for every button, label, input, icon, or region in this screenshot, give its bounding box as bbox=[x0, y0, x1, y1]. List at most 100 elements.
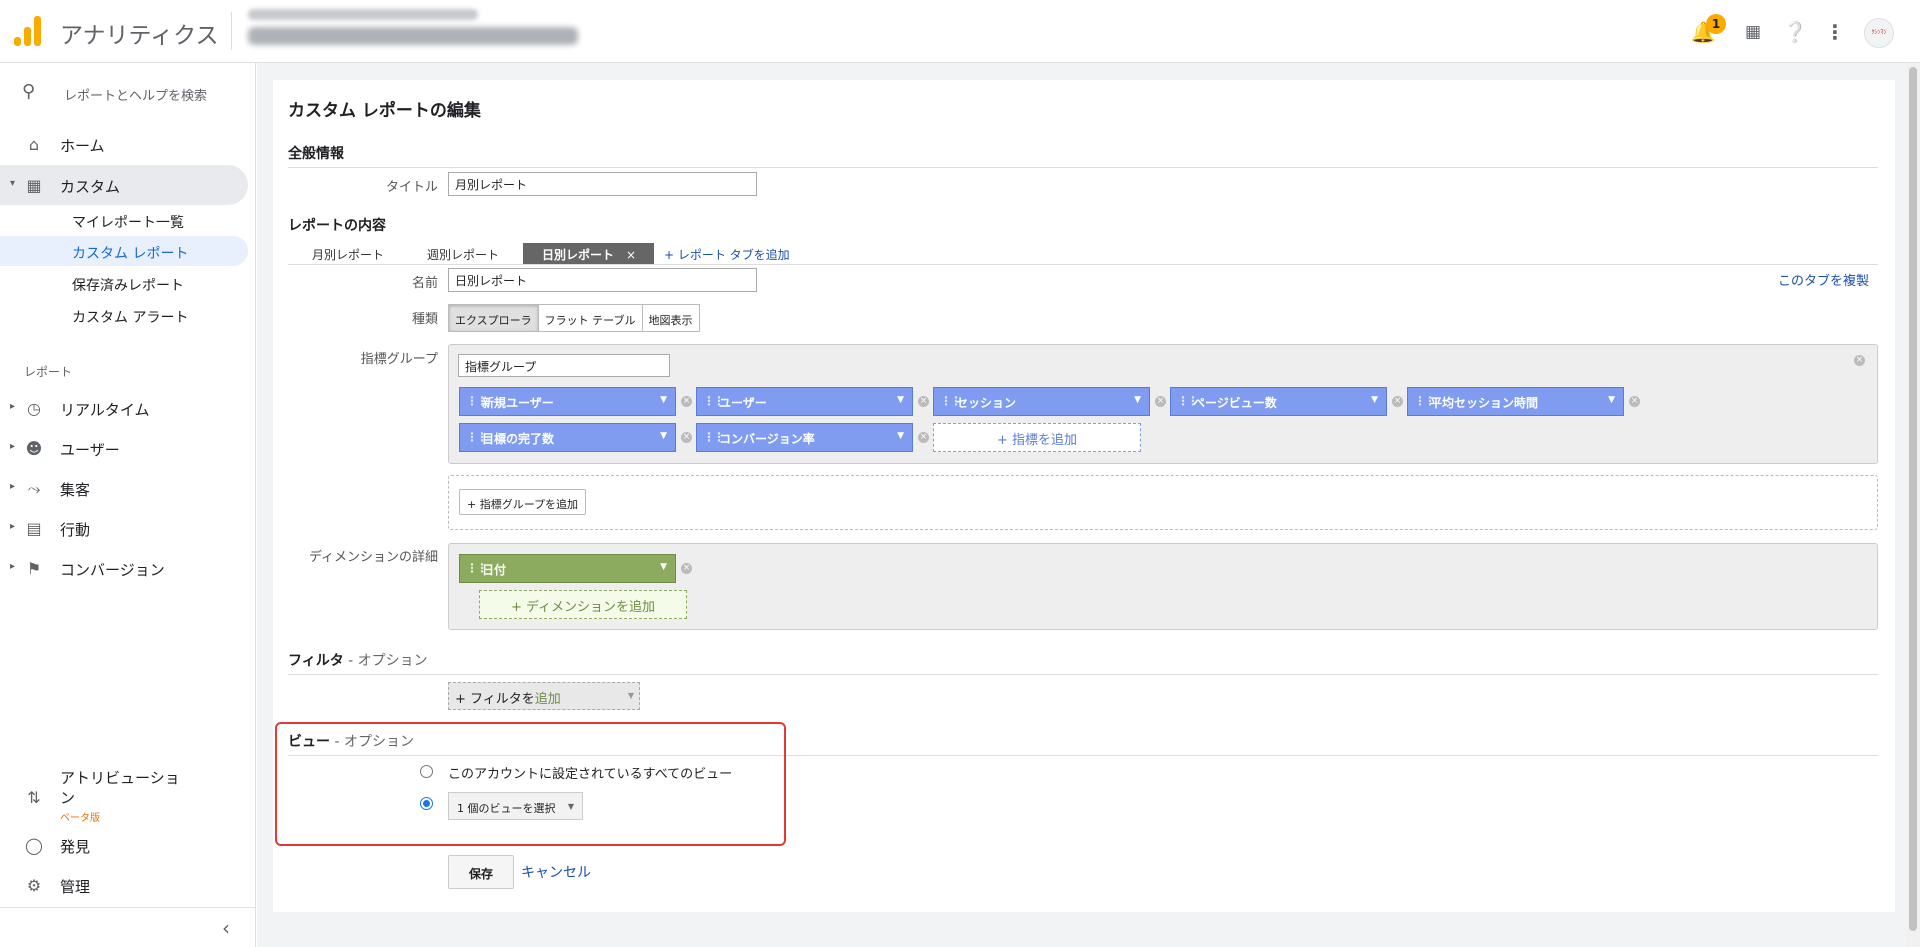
remove-metric-icon[interactable]: × bbox=[1155, 396, 1166, 407]
sidebar-item-home[interactable]: ⌂ ホーム bbox=[0, 124, 248, 164]
title-input[interactable]: 月別レポート bbox=[448, 172, 757, 196]
sidebar-subitem-custom-reports[interactable]: カスタム レポート bbox=[0, 236, 248, 266]
metric-label: 平均セッション時間 bbox=[1430, 396, 1539, 410]
duplicate-tab-label: このタブを複製 bbox=[1778, 274, 1870, 289]
sidebar-subitem-custom-alerts[interactable]: カスタム アラート bbox=[0, 300, 248, 330]
remove-metric-icon[interactable]: × bbox=[918, 432, 929, 443]
caret-right-icon: ▸ bbox=[10, 481, 16, 492]
sidebar-item-acquisition[interactable]: ▸ ⤳ 集客 bbox=[0, 468, 248, 508]
remove-metric-icon[interactable]: × bbox=[681, 396, 692, 407]
collapse-sidebar-button[interactable]: ‹ bbox=[0, 907, 256, 947]
remove-metric-icon[interactable]: × bbox=[681, 432, 692, 443]
type-flat-table-button[interactable]: フラット テーブル bbox=[538, 305, 643, 331]
dashboard-icon: ▦ bbox=[26, 176, 42, 195]
reports-section-label: レポート bbox=[24, 365, 73, 379]
duplicate-tab-link[interactable]: このタブを複製 bbox=[1778, 270, 1869, 289]
metric-pageviews[interactable]: ⋮⋮ ページビュー数 ▼ bbox=[1170, 387, 1387, 416]
account-path-redacted[interactable] bbox=[248, 9, 478, 20]
close-tab-icon[interactable]: × bbox=[626, 248, 636, 262]
sidebar-item-label: 管理 bbox=[60, 878, 91, 896]
sidebar-item-label: ユーザー bbox=[60, 441, 120, 459]
add-report-tab-label: + レポート タブを追加 bbox=[664, 248, 790, 262]
metric-group-name-input[interactable]: 指標グループ bbox=[458, 354, 670, 377]
tab-monthly-report[interactable]: 月別レポート bbox=[312, 243, 384, 264]
dropdown-arrow-icon: ▼ bbox=[660, 431, 667, 441]
title-label: タイトル bbox=[385, 180, 438, 195]
dropdown-arrow-icon: ▼ bbox=[1608, 395, 1615, 405]
home-icon: ⌂ bbox=[28, 135, 40, 154]
view-selector-redacted[interactable] bbox=[248, 27, 578, 45]
acquisition-icon: ⤳ bbox=[27, 479, 41, 498]
tab-daily-report[interactable]: 日別レポート × bbox=[523, 243, 655, 264]
dimension-label-text: 日付 bbox=[482, 563, 507, 577]
search-box[interactable]: ⚲ レポートとヘルプを検索 bbox=[18, 79, 248, 109]
divider bbox=[288, 264, 1878, 265]
sidebar-item-label: 発見 bbox=[60, 838, 91, 856]
clock-icon: ◷ bbox=[27, 399, 41, 418]
analytics-logo-icon[interactable] bbox=[14, 16, 42, 46]
dimension-date[interactable]: ⋮⋮ 日付 ▼ bbox=[459, 554, 676, 583]
apps-grid-icon[interactable]: ▦ bbox=[1740, 19, 1766, 45]
metric-users[interactable]: ⋮⋮ ユーザー ▼ bbox=[696, 387, 913, 416]
sidebar-item-label: カスタム bbox=[60, 178, 121, 196]
sidebar-subitem-saved-reports[interactable]: 保存済みレポート bbox=[0, 268, 248, 298]
metric-sessions[interactable]: ⋮⋮ セッション ▼ bbox=[933, 387, 1150, 416]
cancel-link[interactable]: キャンセル bbox=[521, 862, 591, 882]
remove-metric-icon[interactable]: × bbox=[1629, 396, 1640, 407]
sidebar-subitem-my-reports[interactable]: マイレポート一覧 bbox=[0, 205, 248, 235]
add-filter-button[interactable]: + フィルタを追加 ▼ bbox=[448, 682, 640, 710]
add-dimension-button[interactable]: + ディメンションを追加 bbox=[479, 590, 687, 619]
name-input[interactable]: 日別レポート bbox=[448, 268, 757, 292]
metric-avg-session-duration[interactable]: ⋮⋮ 平均セッション時間 ▼ bbox=[1407, 387, 1624, 416]
divider bbox=[288, 674, 1878, 675]
dropdown-arrow-icon: ▼ bbox=[1134, 395, 1141, 405]
metric-new-users[interactable]: ⋮⋮ 新規ユーザー ▼ bbox=[459, 387, 676, 416]
sidebar-item-label: コンバージョン bbox=[60, 561, 165, 579]
dropdown-arrow-icon: ▼ bbox=[660, 562, 667, 572]
remove-dimension-icon[interactable]: × bbox=[681, 563, 692, 574]
caret-right-icon: ▸ bbox=[10, 521, 16, 532]
type-explorer-button[interactable]: エクスプローラ bbox=[449, 305, 539, 331]
add-report-tab-link[interactable]: + レポート タブを追加 bbox=[664, 243, 790, 264]
save-button[interactable]: 保存 bbox=[448, 855, 514, 889]
dropdown-arrow-icon: ▼ bbox=[897, 395, 904, 405]
tab-label: 日別レポート bbox=[542, 248, 615, 262]
sidebar-item-label: 集客 bbox=[60, 481, 91, 499]
tab-weekly-report[interactable]: 週別レポート bbox=[427, 243, 499, 264]
sidebar-item-discover[interactable]: ◯ 発見 bbox=[0, 825, 248, 865]
help-icon[interactable]: ❔ bbox=[1782, 19, 1808, 45]
sidebar: ⚲ レポートとヘルプを検索 ⌂ ホーム ▾ ▦ カスタム マイレポート一覧 カス… bbox=[0, 63, 256, 947]
optional-label: - オプション bbox=[343, 653, 428, 669]
chevron-left-icon: ‹ bbox=[222, 916, 230, 940]
sidebar-item-audience[interactable]: ▸ ☻ ユーザー bbox=[0, 428, 248, 468]
scrollbar[interactable] bbox=[1906, 63, 1920, 947]
add-metric-group-area bbox=[448, 475, 1878, 530]
scrollbar-thumb[interactable] bbox=[1909, 67, 1917, 931]
remove-metric-icon[interactable]: × bbox=[1392, 396, 1403, 407]
lightbulb-icon: ◯ bbox=[25, 836, 43, 855]
metric-conversion-rate[interactable]: ⋮⋮ コンバージョン率 ▼ bbox=[696, 423, 913, 452]
more-vert-icon[interactable]: ⋮ bbox=[1822, 19, 1848, 45]
sidebar-item-behavior[interactable]: ▸ ▤ 行動 bbox=[0, 508, 248, 548]
add-metric-group-button[interactable]: + 指標グループを追加 bbox=[459, 489, 587, 515]
add-metric-button[interactable]: + 指標を追加 bbox=[933, 423, 1141, 452]
caret-right-icon: ▸ bbox=[10, 401, 16, 412]
metric-goal-completions[interactable]: ⋮⋮ 目標の完了数 ▼ bbox=[459, 423, 676, 452]
filter-header: フィルタ - オプション bbox=[288, 650, 428, 670]
metric-label: ページビュー数 bbox=[1193, 396, 1277, 410]
sidebar-item-conversions[interactable]: ▸ ⚑ コンバージョン bbox=[0, 548, 248, 588]
dimension-label: ディメンションの詳細 bbox=[308, 550, 438, 565]
metric-label: 新規ユーザー bbox=[482, 396, 554, 410]
sidebar-item-label: カスタム アラート bbox=[72, 310, 189, 326]
sidebar-item-admin[interactable]: ⚙ 管理 bbox=[0, 865, 248, 905]
sidebar-item-custom[interactable]: ▾ ▦ カスタム bbox=[0, 165, 248, 205]
report-type-selector: エクスプローラ フラット テーブル 地図表示 bbox=[448, 304, 700, 332]
remove-metric-group-icon[interactable]: × bbox=[1854, 355, 1865, 366]
type-map-button[interactable]: 地図表示 bbox=[642, 305, 699, 331]
app-title[interactable]: アナリティクス bbox=[60, 16, 218, 50]
avatar[interactable]: ｸｼﾝﾏﾝ bbox=[1864, 18, 1894, 48]
sidebar-item-attribution[interactable]: ⇅ アトリビューショ ン ベータ版 bbox=[0, 766, 248, 824]
metric-label: コンバージョン率 bbox=[719, 432, 815, 446]
remove-metric-icon[interactable]: × bbox=[918, 396, 929, 407]
sidebar-item-realtime[interactable]: ▸ ◷ リアルタイム bbox=[0, 388, 248, 428]
